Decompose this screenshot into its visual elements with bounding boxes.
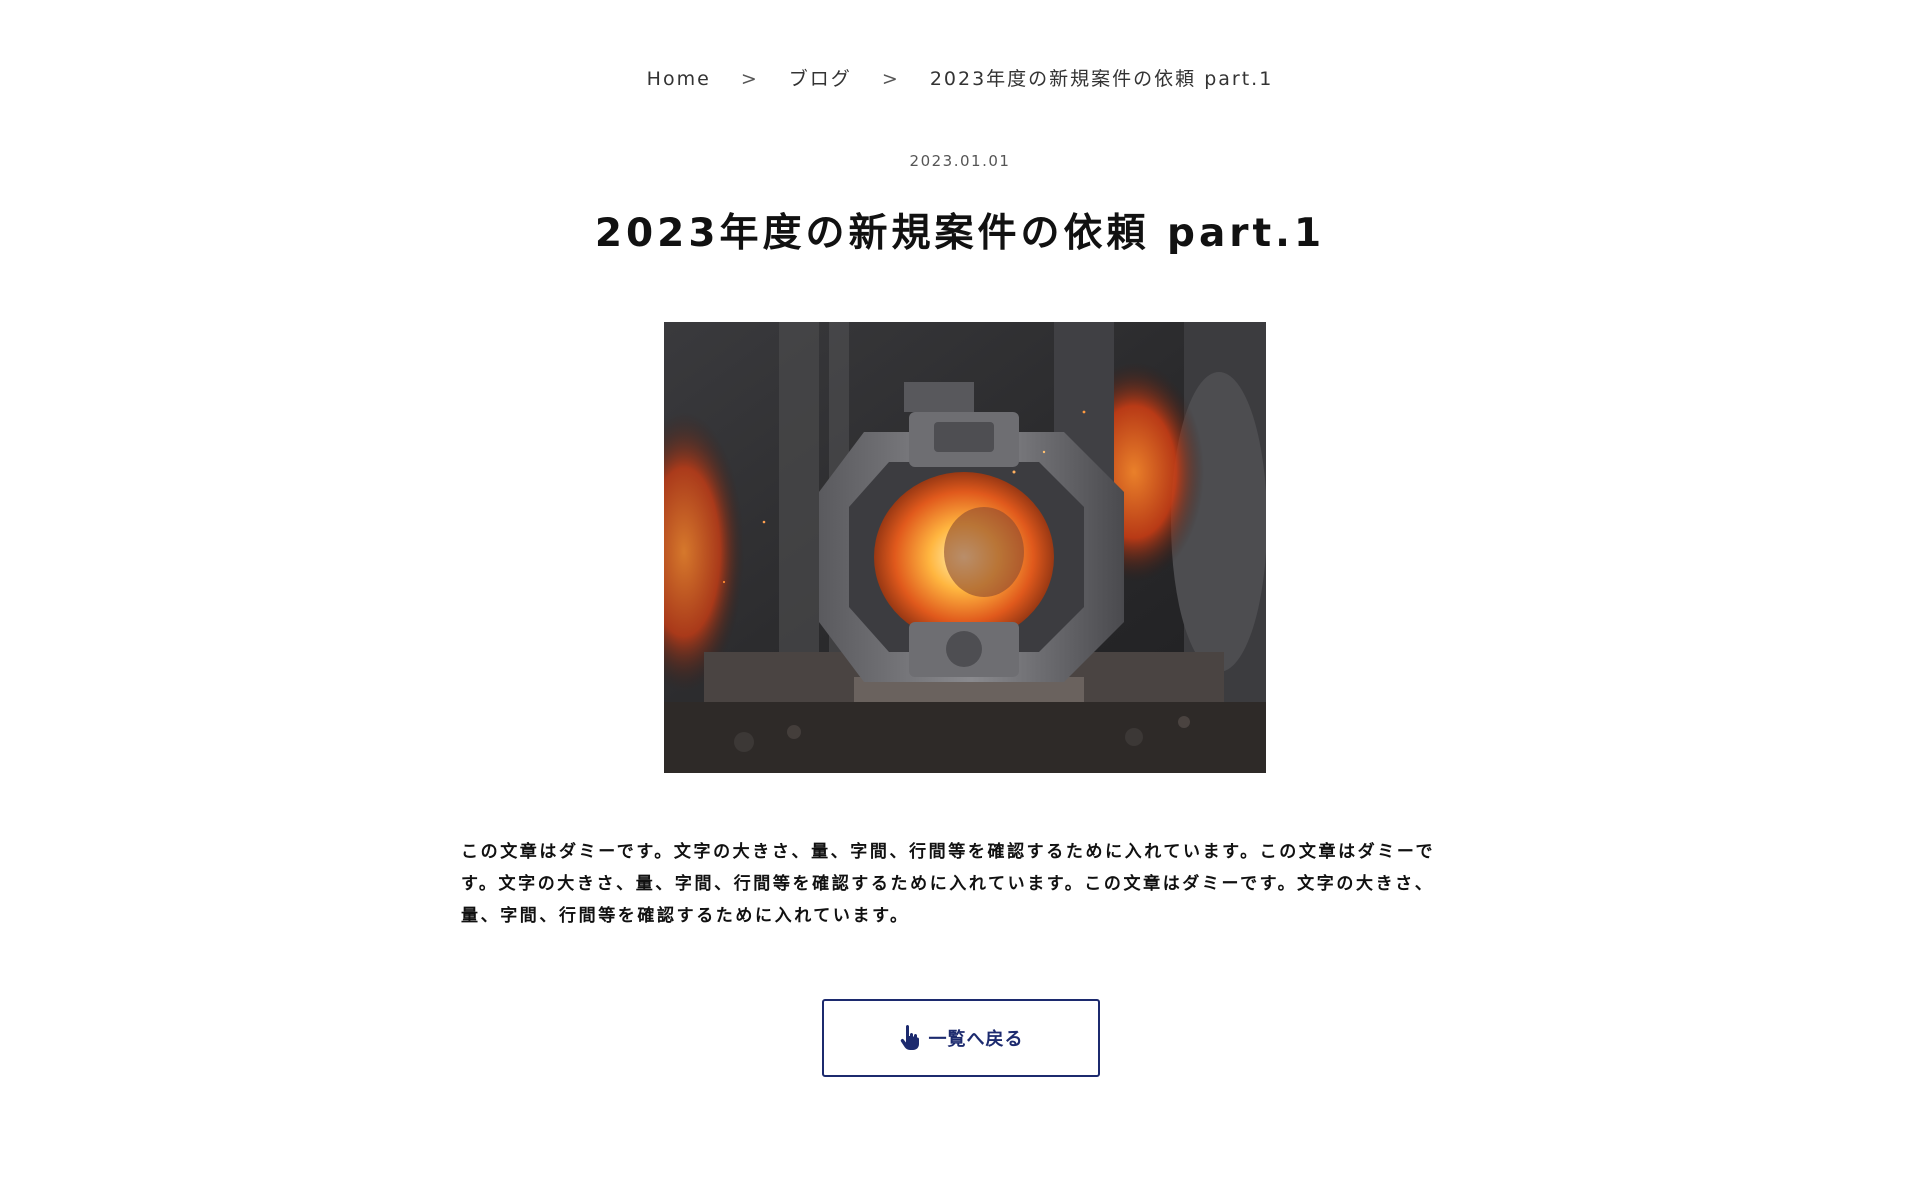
breadcrumb: Home > ブログ > 2023年度の新規案件の依頼 part.1 <box>0 64 1920 94</box>
back-to-list-button[interactable]: 一覧へ戻る <box>822 999 1100 1077</box>
breadcrumb-home-link[interactable]: Home <box>647 68 711 90</box>
post-date: 2023.01.01 <box>909 152 1011 170</box>
post-title: 2023年度の新規案件の依頼 part.1 <box>594 211 1326 256</box>
breadcrumb-separator: > <box>740 68 759 90</box>
breadcrumb-separator: > <box>881 68 900 90</box>
back-to-list-label: 一覧へ戻る <box>928 1029 1024 1050</box>
post-body: この文章はダミーです。文字の大きさ、量、字間、行間等を確認するために入れています… <box>461 842 1436 926</box>
pointer-hand-icon <box>899 1025 921 1051</box>
breadcrumb-blog-link[interactable]: ブログ <box>789 68 852 90</box>
breadcrumb-current: 2023年度の新規案件の依頼 part.1 <box>929 68 1274 90</box>
post-hero-image <box>664 322 1266 773</box>
